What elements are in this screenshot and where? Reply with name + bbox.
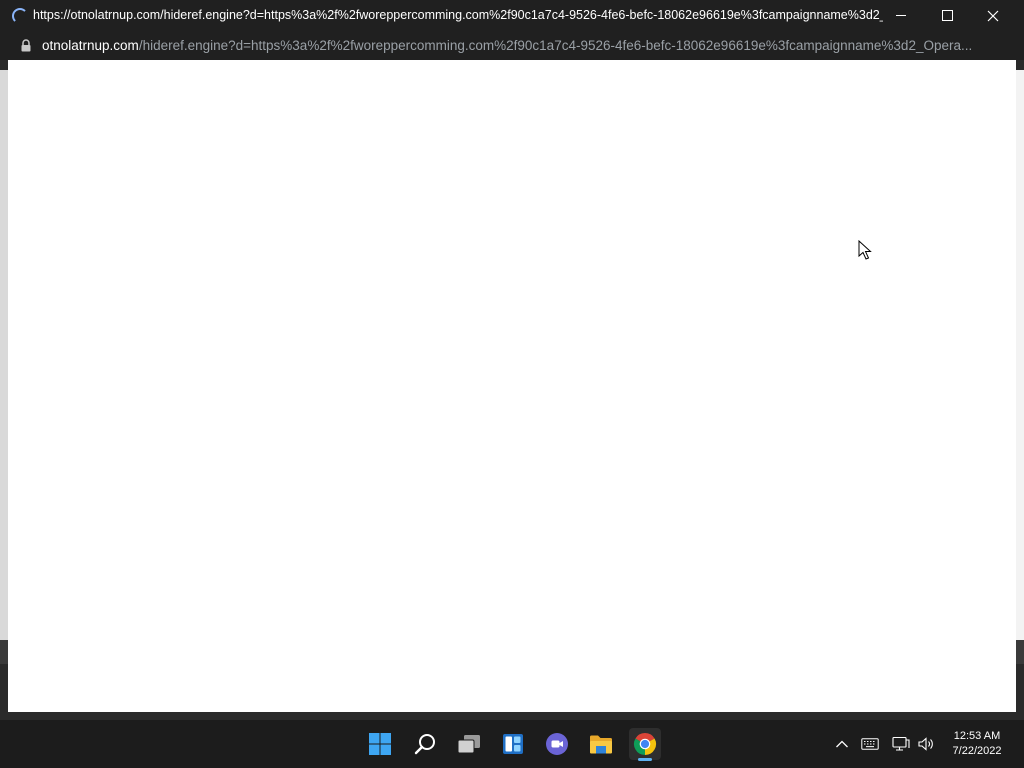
widgets-button[interactable] — [497, 728, 529, 760]
widgets-icon — [503, 734, 523, 754]
teams-chat-icon — [546, 733, 568, 755]
url-text[interactable]: otnolatrnup.com/hideref.engine?d=https%3… — [42, 37, 1007, 54]
show-hidden-icons-button[interactable] — [832, 735, 852, 753]
loading-spinner-icon — [12, 8, 28, 24]
mouse-cursor-icon — [858, 240, 872, 260]
chrome-button[interactable] — [629, 728, 661, 760]
chrome-icon — [633, 733, 657, 755]
title-bar[interactable]: https://otnolatrnup.com/hideref.engine?d… — [0, 0, 1024, 31]
close-button[interactable] — [970, 0, 1016, 31]
volume-icon — [918, 737, 933, 751]
file-explorer-icon — [590, 735, 612, 754]
search-icon — [414, 734, 435, 755]
url-host: otnolatrnup.com — [42, 38, 139, 53]
chevron-up-icon — [836, 740, 848, 748]
task-view-button[interactable] — [453, 728, 485, 760]
close-icon — [987, 10, 999, 21]
url-path: /hideref.engine?d=https%3a%2f%2fworepper… — [138, 38, 973, 53]
browser-popup-window: https://otnolatrnup.com/hideref.engine?d… — [0, 0, 1024, 713]
page-content-area[interactable] — [8, 60, 1016, 712]
network-button[interactable] — [891, 735, 911, 753]
address-bar[interactable]: otnolatrnup.com/hideref.engine?d=https%3… — [0, 31, 1024, 60]
teams-chat-button[interactable] — [541, 728, 573, 760]
start-icon — [369, 733, 391, 755]
keyboard-icon — [861, 738, 879, 750]
minimize-button[interactable] — [878, 0, 924, 31]
maximize-icon — [941, 10, 953, 21]
system-clock[interactable]: 12:53 AM 7/22/2022 — [940, 729, 1014, 759]
clock-date: 7/22/2022 — [952, 745, 1002, 757]
maximize-button[interactable] — [924, 0, 970, 31]
input-indicator-button[interactable] — [860, 735, 880, 753]
task-view-icon — [457, 735, 480, 754]
window-title: https://otnolatrnup.com/hideref.engine?d… — [33, 8, 883, 22]
volume-button[interactable] — [916, 735, 936, 753]
minimize-icon — [896, 15, 906, 16]
clock-time: 12:53 AM — [953, 730, 1001, 742]
start-button[interactable] — [364, 728, 396, 760]
lock-icon[interactable] — [20, 39, 32, 52]
active-app-indicator — [638, 758, 652, 761]
network-icon — [892, 736, 910, 751]
file-explorer-button[interactable] — [585, 728, 617, 760]
search-button[interactable] — [409, 728, 441, 760]
